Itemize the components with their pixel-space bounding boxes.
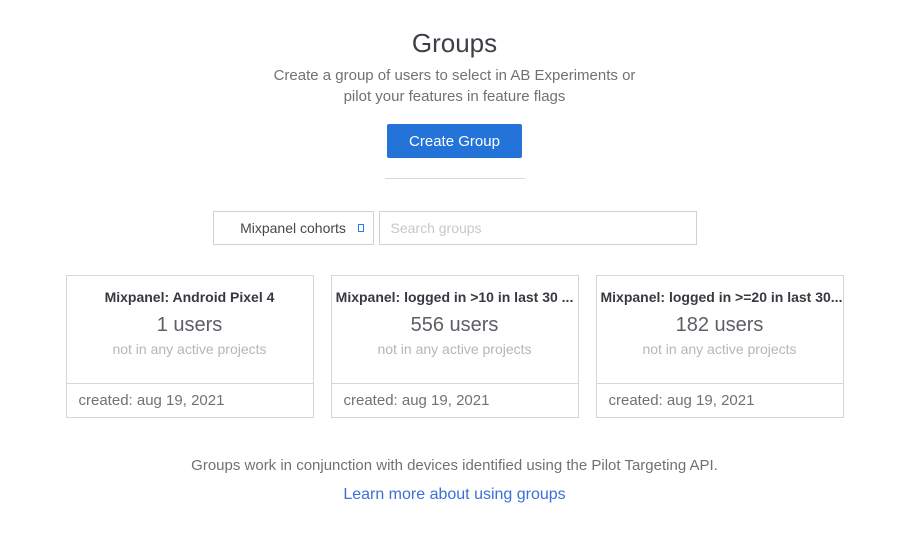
filter-controls: Mixpanel cohorts: [213, 211, 697, 245]
group-user-count: 556 users: [332, 314, 578, 337]
dropdown-box-icon: [358, 224, 364, 232]
group-card-body: Mixpanel: logged in >10 in last 30 ... 5…: [332, 276, 578, 383]
group-created-footer: created: aug 19, 2021: [67, 383, 313, 417]
page-title: Groups: [412, 28, 497, 59]
group-created-footer: created: aug 19, 2021: [597, 383, 843, 417]
group-card-body: Mixpanel: Android Pixel 4 1 users not in…: [67, 276, 313, 383]
learn-more-link[interactable]: Learn more about using groups: [343, 486, 565, 504]
group-card[interactable]: Mixpanel: logged in >10 in last 30 ... 5…: [331, 275, 579, 418]
group-created-date: created: aug 19, 2021: [344, 392, 490, 409]
group-status: not in any active projects: [332, 341, 578, 357]
group-created-date: created: aug 19, 2021: [609, 392, 755, 409]
group-cards-row: Mixpanel: Android Pixel 4 1 users not in…: [66, 275, 844, 418]
group-card[interactable]: Mixpanel: logged in >=20 in last 30... 1…: [596, 275, 844, 418]
group-status: not in any active projects: [597, 341, 843, 357]
page-subtitle-line2: pilot your features in feature flags: [274, 86, 636, 107]
group-user-count: 1 users: [67, 314, 313, 337]
group-card-body: Mixpanel: logged in >=20 in last 30... 1…: [597, 276, 843, 383]
group-title: Mixpanel: logged in >10 in last 30 ...: [332, 289, 578, 305]
divider: [385, 178, 525, 179]
cohort-source-select-value: Mixpanel cohorts: [240, 220, 346, 236]
group-created-footer: created: aug 19, 2021: [332, 383, 578, 417]
page-subtitle-line1: Create a group of users to select in AB …: [274, 65, 636, 86]
groups-page: Groups Create a group of users to select…: [0, 0, 909, 558]
group-title: Mixpanel: logged in >=20 in last 30...: [597, 289, 843, 305]
group-card[interactable]: Mixpanel: Android Pixel 4 1 users not in…: [66, 275, 314, 418]
group-created-date: created: aug 19, 2021: [79, 392, 225, 409]
group-user-count: 182 users: [597, 314, 843, 337]
search-groups-input[interactable]: [379, 211, 697, 245]
page-subtitle: Create a group of users to select in AB …: [274, 65, 636, 107]
group-title: Mixpanel: Android Pixel 4: [67, 289, 313, 305]
create-group-button[interactable]: Create Group: [387, 124, 522, 158]
cohort-source-select[interactable]: Mixpanel cohorts: [213, 211, 374, 245]
pilot-api-info-text: Groups work in conjunction with devices …: [191, 457, 718, 474]
group-status: not in any active projects: [67, 341, 313, 357]
